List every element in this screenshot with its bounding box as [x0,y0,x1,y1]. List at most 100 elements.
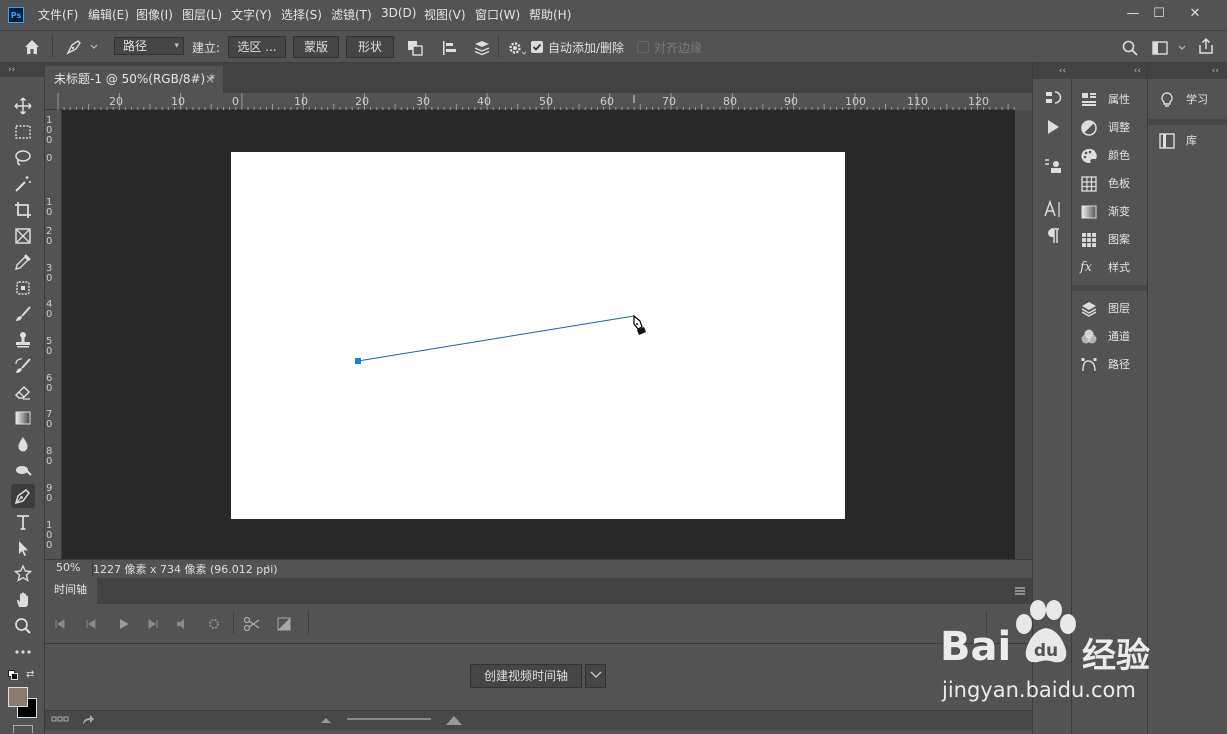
selection-button[interactable]: 选区 ... [228,36,286,58]
zoom-level[interactable]: 50% [56,561,80,574]
shape-button[interactable]: 形状 [346,36,394,58]
collapse-icon[interactable]: ‹‹ [1148,63,1227,79]
go-to-first-frame-icon[interactable] [53,617,67,631]
vertical-scrollbar[interactable] [1015,110,1032,559]
menu-image[interactable]: 图像(I) [136,6,173,23]
menu-type[interactable]: 文字(Y) [231,6,272,23]
crop-tool-icon[interactable] [11,198,35,222]
work-path[interactable] [231,152,845,519]
actions-play-icon[interactable] [1043,117,1063,137]
search-icon[interactable] [1120,38,1140,58]
timeline-mode-dropdown[interactable] [585,664,606,688]
frame-animation-icon[interactable] [51,715,69,725]
pen-tool-icon[interactable] [11,484,35,508]
character-icon[interactable] [1043,199,1063,219]
mode-select[interactable]: 路径 ▾ [114,37,184,55]
panel-color[interactable]: 颜色 [1080,144,1130,168]
menu-window[interactable]: 窗口(W) [475,6,520,23]
previous-frame-icon[interactable] [83,617,97,631]
menu-select[interactable]: 选择(S) [281,6,322,23]
next-frame-icon[interactable] [147,617,161,631]
type-tool-icon[interactable] [11,510,35,534]
transition-icon[interactable] [277,617,291,631]
path-selection-icon[interactable] [11,536,35,560]
panel-channels[interactable]: 通道 [1080,325,1130,349]
blur-tool-icon[interactable] [11,432,35,456]
history-icon[interactable] [1043,88,1063,108]
close-button[interactable]: ✕ [1180,4,1210,24]
gear-icon[interactable] [506,38,527,58]
more-tools-icon[interactable] [11,640,35,664]
panel-paths[interactable]: 路径 [1080,353,1130,377]
render-video-icon[interactable] [81,713,95,727]
magic-wand-icon[interactable] [11,172,35,196]
menu-help[interactable]: 帮助(H) [529,6,571,23]
mask-button[interactable]: 蒙版 [293,36,339,58]
document-tab[interactable]: 未标题-1 @ 50%(RGB/8#) * × [45,66,223,93]
zoom-out-icon[interactable] [320,715,332,725]
maximize-button[interactable]: ☐ [1144,4,1174,24]
layer-comps-icon[interactable] [1043,156,1063,176]
panel-swatches[interactable]: 色板 [1080,172,1130,196]
share-icon[interactable] [1196,36,1216,56]
paragraph-icon[interactable] [1043,226,1063,246]
default-colors-icon[interactable] [8,669,18,680]
home-icon[interactable] [22,37,42,57]
quick-mask-icon[interactable] [13,725,33,733]
menu-3d[interactable]: 3D(D) [381,6,416,20]
auto-add-delete-checkbox[interactable] [531,41,543,53]
panel-gradients[interactable]: 渐变 [1080,200,1130,224]
menu-filter[interactable]: 滤镜(T) [331,6,372,23]
path-arrangement-icon[interactable] [472,38,492,58]
tool-preset-picker[interactable] [64,37,100,57]
marquee-tool-icon[interactable] [11,120,35,144]
settings-icon[interactable] [207,617,221,631]
zoom-slider[interactable] [347,718,431,720]
swap-colors-icon[interactable]: ⇄ [26,669,37,680]
dodge-tool-icon[interactable] [11,458,35,482]
move-tool-icon[interactable] [11,94,35,118]
eyedropper-icon[interactable] [11,250,35,274]
align-edges-checkbox[interactable] [637,41,649,53]
panel-styles[interactable]: fx 样式 [1080,256,1130,280]
document-info[interactable]: 1227 像素 x 734 像素 (96.012 ppi) [92,561,278,577]
path-alignment-icon[interactable] [440,38,460,58]
menu-edit[interactable]: 编辑(E) [88,6,129,23]
create-video-timeline-button[interactable]: 创建视频时间轴 [470,664,582,688]
workspace-icon[interactable] [1151,38,1191,58]
scissors-icon[interactable] [243,615,261,633]
menu-layer[interactable]: 图层(L) [182,6,222,23]
panel-patterns[interactable]: 图案 [1080,228,1130,252]
anchor-point[interactable] [355,358,361,364]
history-brush-icon[interactable] [11,354,35,378]
custom-shape-icon[interactable] [11,562,35,586]
hand-tool-icon[interactable] [11,588,35,612]
gradient-tool-icon[interactable] [11,406,35,430]
panel-libraries[interactable]: 库 [1158,129,1197,153]
panel-learn[interactable]: 学习 [1158,88,1208,112]
zoom-in-icon[interactable] [445,713,463,727]
frame-tool-icon[interactable] [11,224,35,248]
tab-timeline[interactable]: 时间轴 [45,578,97,604]
menu-file[interactable]: 文件(F) [38,6,78,23]
eraser-tool-icon[interactable] [11,380,35,404]
expand-icon[interactable]: ›› [0,63,45,77]
close-tab-icon[interactable]: × [205,66,215,92]
panel-layers[interactable]: 图层 [1080,297,1130,321]
brush-tool-icon[interactable] [11,302,35,326]
chevron-right-icon[interactable]: › [266,560,270,573]
collapse-icon[interactable]: ‹‹ [1072,63,1147,79]
path-operations-icon[interactable] [405,38,425,58]
menu-view[interactable]: 视图(V) [424,6,466,23]
panel-properties[interactable]: 属性 [1080,88,1130,112]
foreground-color-swatch[interactable] [8,687,28,707]
panel-menu-icon[interactable] [1014,585,1026,597]
path-segment[interactable] [357,315,635,362]
healing-brush-icon[interactable] [11,276,35,300]
zoom-tool-icon[interactable] [11,614,35,638]
play-icon[interactable] [117,617,131,631]
audio-icon[interactable] [175,617,189,631]
panel-adjustments[interactable]: 调整 [1080,116,1130,140]
clone-stamp-icon[interactable] [11,328,35,352]
lasso-tool-icon[interactable] [11,146,35,170]
